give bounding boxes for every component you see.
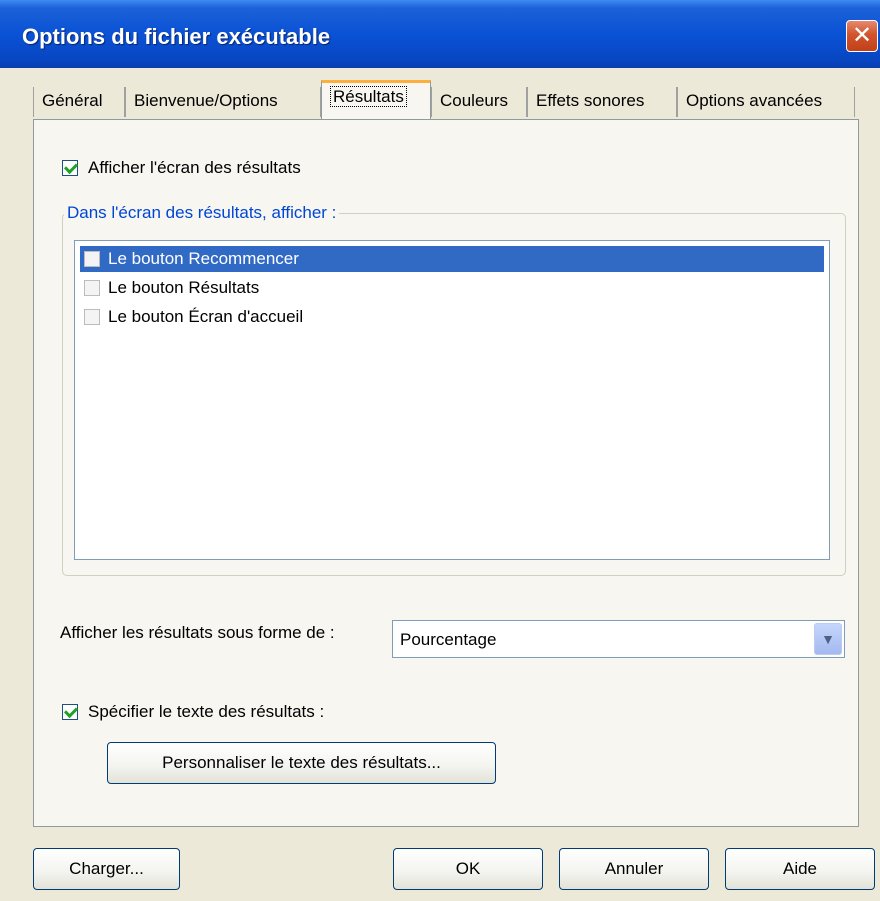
show-results-screen-label[interactable]: Afficher l'écran des résultats <box>88 158 301 178</box>
list-item-checkbox[interactable] <box>84 251 100 267</box>
list-item-home-screen-button[interactable]: Le bouton Écran d'accueil <box>80 304 824 330</box>
tab-general[interactable]: Général <box>33 87 125 117</box>
tab-label: Résultats <box>330 86 407 107</box>
close-icon: ✕ <box>851 22 873 49</box>
cancel-button[interactable]: Annuler <box>559 848 709 890</box>
list-item-label: Le bouton Recommencer <box>108 249 299 268</box>
tab-welcome-options[interactable]: Bienvenue/Options <box>125 87 321 117</box>
display-as-value: Pourcentage <box>400 630 497 649</box>
show-results-screen-checkbox[interactable] <box>62 160 78 176</box>
tab-results[interactable]: Résultats <box>321 80 431 120</box>
help-button[interactable]: Aide <box>725 848 875 890</box>
display-as-select[interactable]: Pourcentage ▼ <box>392 620 845 658</box>
load-button-label: Charger... <box>69 859 144 878</box>
ok-button-label: OK <box>455 859 481 878</box>
customize-results-text-button[interactable]: Personnaliser le texte des résultats... <box>107 742 496 784</box>
help-button-label: Aide <box>782 859 818 878</box>
customize-results-text-label: Personnaliser le texte des résultats... <box>162 753 441 772</box>
ok-button[interactable]: OK <box>393 848 543 890</box>
tab-label: Général <box>42 91 103 110</box>
tab-label: Bienvenue/Options <box>134 91 278 110</box>
chevron-down-icon[interactable]: ▼ <box>814 623 842 655</box>
specify-results-text-label[interactable]: Spécifier le texte des résultats : <box>88 702 324 722</box>
list-item-label: Le bouton Écran d'accueil <box>108 307 304 326</box>
specify-results-text-checkbox[interactable] <box>62 704 78 720</box>
list-item-label: Le bouton Résultats <box>108 278 260 297</box>
group-title: Dans l'écran des résultats, afficher : <box>64 203 340 223</box>
tab-label: Couleurs <box>440 91 509 110</box>
tab-label: Options avancées <box>686 91 823 110</box>
cancel-button-label: Annuler <box>604 859 664 878</box>
list-item-checkbox[interactable] <box>84 280 100 296</box>
display-as-label: Afficher les résultats sous forme de : <box>60 623 335 642</box>
tab-label: Effets sonores <box>536 91 645 110</box>
results-buttons-listbox[interactable]: Le bouton Recommencer Le bouton Résultat… <box>74 240 830 560</box>
load-button[interactable]: Charger... <box>33 848 180 890</box>
window-title: Options du fichier exécutable <box>22 24 331 49</box>
tab-advanced-options[interactable]: Options avancées <box>677 87 855 117</box>
list-item-checkbox[interactable] <box>84 309 100 325</box>
close-button[interactable]: ✕ <box>846 20 878 52</box>
tab-sound-effects[interactable]: Effets sonores <box>527 87 677 117</box>
title-bar[interactable]: Options du fichier exécutable ✕ <box>0 0 880 68</box>
list-item-results-button[interactable]: Le bouton Résultats <box>80 275 824 301</box>
tab-colors[interactable]: Couleurs <box>431 87 527 117</box>
list-item-restart-button[interactable]: Le bouton Recommencer <box>80 246 824 272</box>
